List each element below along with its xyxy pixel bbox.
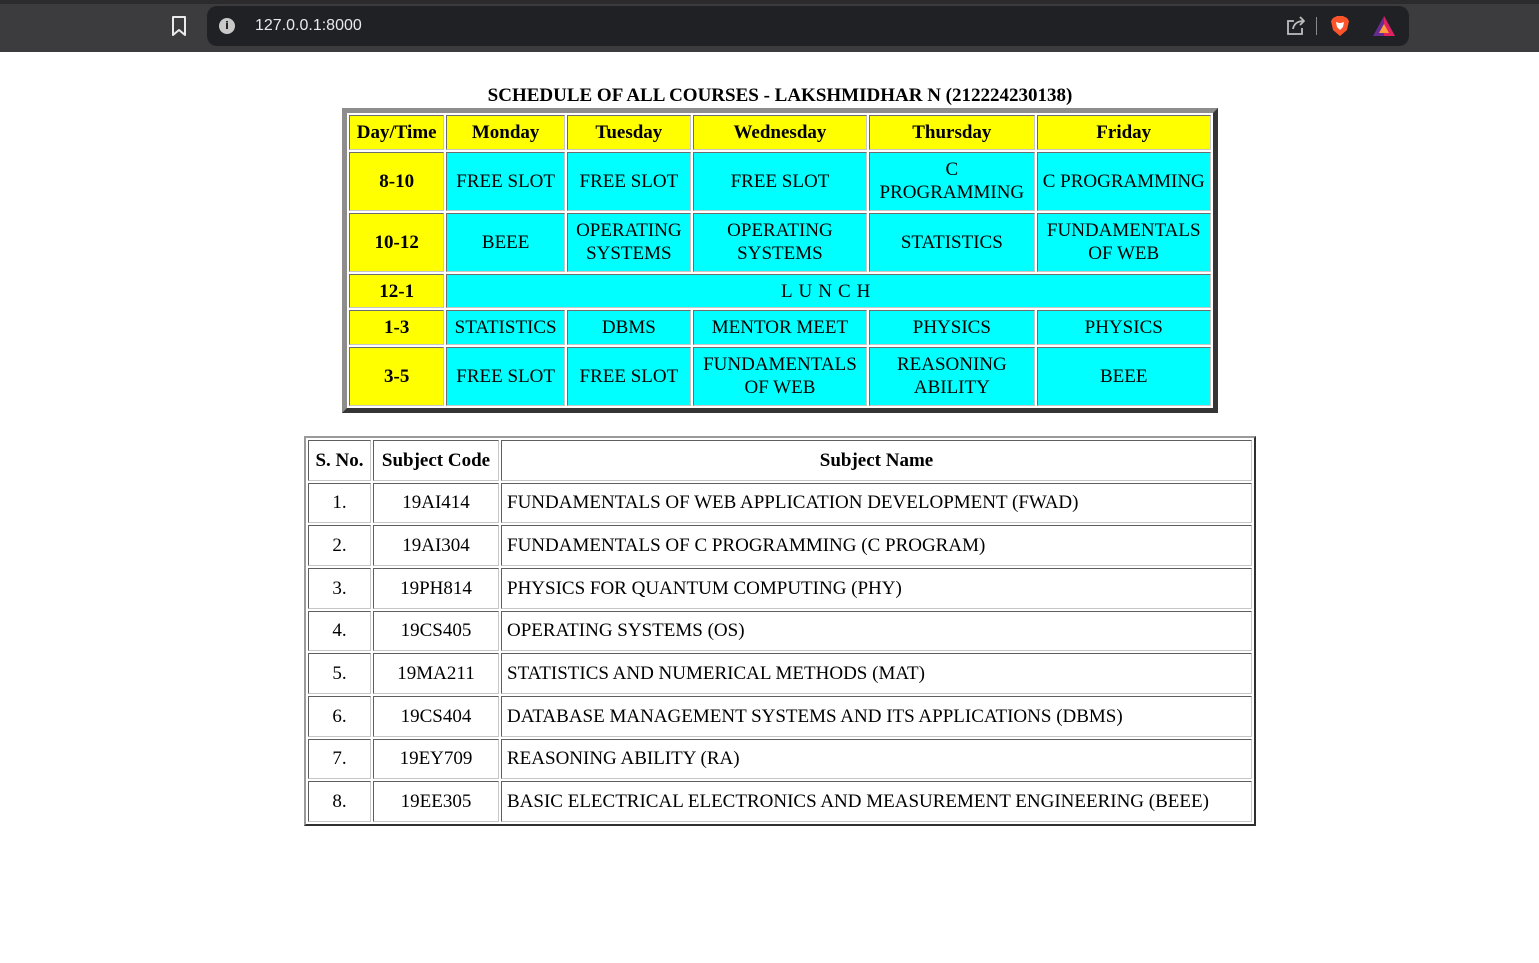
header-monday: Monday (446, 115, 565, 150)
sno-cell: 8. (308, 781, 371, 822)
schedule-cell: FUNDAMENTALS OF WEB (692, 346, 868, 406)
sno-cell: 5. (308, 653, 371, 694)
header-subject-name: Subject Name (501, 440, 1252, 481)
table-row: 8. 19EE305 BASIC ELECTRICAL ELECTRONICS … (308, 781, 1252, 822)
url-text[interactable]: 127.0.0.1:8000 (255, 6, 362, 46)
schedule-cell: C PROGRAMMING (1036, 151, 1211, 211)
header-day-time: Day/Time (349, 115, 445, 150)
address-bar[interactable]: i 127.0.0.1:8000 (207, 6, 1409, 46)
schedule-cell: BEEE (1036, 346, 1211, 406)
schedule-cell: DBMS (566, 310, 691, 345)
table-row: 6. 19CS404 DATABASE MANAGEMENT SYSTEMS A… (308, 695, 1252, 737)
table-row: 1. 19AI414 FUNDAMENTALS OF WEB APPLICATI… (308, 482, 1252, 524)
schedule-cell: OPERATING SYSTEMS (566, 212, 691, 272)
sno-cell: 1. (308, 482, 371, 524)
header-sno: S. No. (308, 440, 371, 481)
schedule-cell: FREE SLOT (566, 151, 691, 211)
header-tuesday: Tuesday (566, 115, 691, 150)
bookmark-icon[interactable] (169, 15, 189, 37)
name-cell: STATISTICS AND NUMERICAL METHODS (MAT) (501, 653, 1252, 694)
sno-cell: 3. (308, 567, 371, 609)
code-cell: 19CS405 (373, 610, 499, 652)
page-title: SCHEDULE OF ALL COURSES - LAKSHMIDHAR N … (487, 85, 1073, 106)
sno-cell: 2. (308, 525, 371, 566)
name-cell: PHYSICS FOR QUANTUM COMPUTING (PHY) (501, 567, 1252, 609)
header-friday: Friday (1036, 115, 1211, 150)
schedule-cell: PHYSICS (869, 310, 1035, 345)
name-cell: OPERATING SYSTEMS (OS) (501, 610, 1252, 652)
table-row: 3. 19PH814 PHYSICS FOR QUANTUM COMPUTING… (308, 567, 1252, 609)
schedule-row: 8-10 FREE SLOT FREE SLOT FREE SLOT C PRO… (349, 151, 1211, 211)
schedule-cell: STATISTICS (446, 310, 565, 345)
code-cell: 19CS404 (373, 695, 499, 737)
schedule-cell: FREE SLOT (446, 346, 565, 406)
schedule-cell: FREE SLOT (692, 151, 868, 211)
name-cell: BASIC ELECTRICAL ELECTRONICS AND MEASURE… (501, 781, 1252, 822)
code-cell: 19AI414 (373, 482, 499, 524)
name-cell: FUNDAMENTALS OF WEB APPLICATION DEVELOPM… (501, 482, 1252, 524)
brave-shield-icon[interactable] (1329, 15, 1351, 37)
time-slot: 12-1 (349, 273, 445, 309)
code-cell: 19AI304 (373, 525, 499, 566)
toolbar-separator (1316, 17, 1317, 35)
table-row: 2. 19AI304 FUNDAMENTALS OF C PROGRAMMING… (308, 525, 1252, 566)
code-cell: 19EY709 (373, 738, 499, 780)
schedule-row: 1-3 STATISTICS DBMS MENTOR MEET PHYSICS … (349, 310, 1211, 345)
schedule-cell: PHYSICS (1036, 310, 1211, 345)
schedule-cell: STATISTICS (869, 212, 1035, 272)
schedule-header-row: Day/Time Monday Tuesday Wednesday Thursd… (349, 115, 1211, 150)
header-thursday: Thursday (869, 115, 1035, 150)
tab-strip (0, 0, 1539, 4)
schedule-row: 3-5 FREE SLOT FREE SLOT FUNDAMENTALS OF … (349, 346, 1211, 406)
subjects-table: S. No. Subject Code Subject Name 1. 19AI… (304, 436, 1256, 826)
schedule-cell: MENTOR MEET (692, 310, 868, 345)
sno-cell: 6. (308, 695, 371, 737)
info-icon[interactable]: i (219, 18, 235, 34)
schedule-cell: BEEE (446, 212, 565, 272)
browser-toolbar: i 127.0.0.1:8000 (0, 0, 1539, 52)
table-row: 5. 19MA211 STATISTICS AND NUMERICAL METH… (308, 653, 1252, 694)
brave-rewards-icon[interactable] (1372, 15, 1396, 37)
name-cell: FUNDAMENTALS OF C PROGRAMMING (C PROGRAM… (501, 525, 1252, 566)
schedule-cell: FUNDAMENTALS OF WEB (1036, 212, 1211, 272)
code-cell: 19EE305 (373, 781, 499, 822)
schedule-row-lunch: 12-1 LUNCH (349, 273, 1211, 309)
sno-cell: 4. (308, 610, 371, 652)
code-cell: 19MA211 (373, 653, 499, 694)
subjects-header-row: S. No. Subject Code Subject Name (308, 440, 1252, 481)
name-cell: REASONING ABILITY (RA) (501, 738, 1252, 780)
header-wednesday: Wednesday (692, 115, 868, 150)
schedule-cell: OPERATING SYSTEMS (692, 212, 868, 272)
schedule-cell: C PROGRAMMING (869, 151, 1035, 211)
time-slot: 1-3 (349, 310, 445, 345)
schedule-table: Day/Time Monday Tuesday Wednesday Thursd… (342, 108, 1218, 413)
schedule-cell: REASONING ABILITY (869, 346, 1035, 406)
share-icon[interactable] (1285, 16, 1307, 36)
table-row: 4. 19CS405 OPERATING SYSTEMS (OS) (308, 610, 1252, 652)
time-slot: 8-10 (349, 151, 445, 211)
name-cell: DATABASE MANAGEMENT SYSTEMS AND ITS APPL… (501, 695, 1252, 737)
header-subject-code: Subject Code (373, 440, 499, 481)
time-slot: 10-12 (349, 212, 445, 272)
code-cell: 19PH814 (373, 567, 499, 609)
schedule-cell: FREE SLOT (566, 346, 691, 406)
sno-cell: 7. (308, 738, 371, 780)
schedule-row: 10-12 BEEE OPERATING SYSTEMS OPERATING S… (349, 212, 1211, 272)
lunch-cell: LUNCH (446, 273, 1211, 309)
table-row: 7. 19EY709 REASONING ABILITY (RA) (308, 738, 1252, 780)
time-slot: 3-5 (349, 346, 445, 406)
schedule-cell: FREE SLOT (446, 151, 565, 211)
